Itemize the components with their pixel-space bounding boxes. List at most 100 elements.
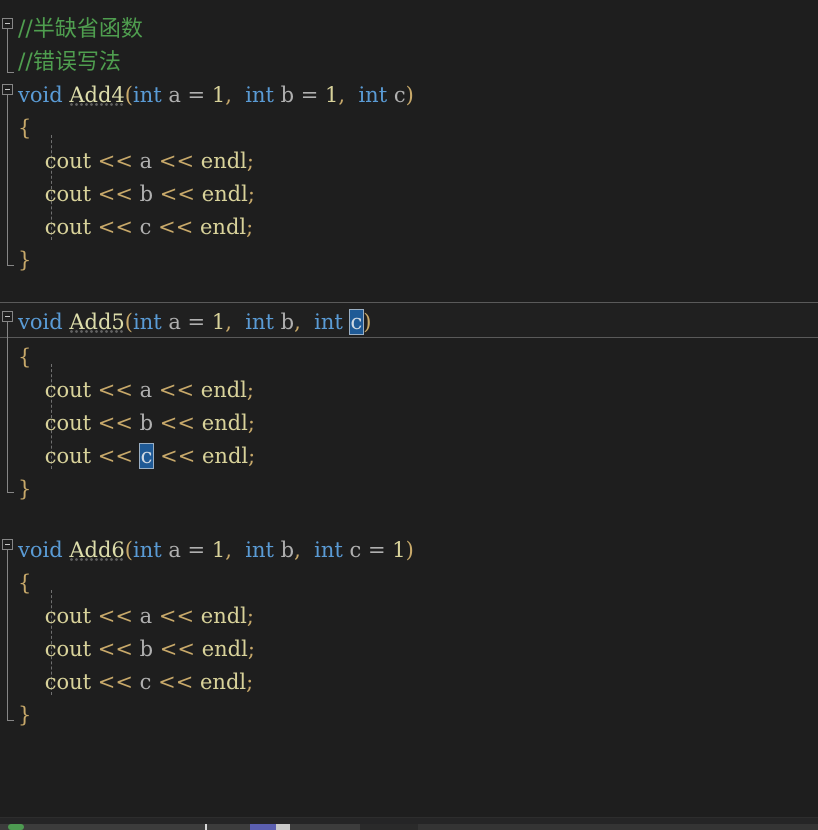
code-line[interactable]: } bbox=[0, 244, 818, 277]
code-line-text: cout << c << endl; bbox=[18, 666, 254, 699]
code-line[interactable]: cout << a << endl; bbox=[0, 145, 818, 178]
number-token: 1 bbox=[392, 538, 406, 562]
brace-token: } bbox=[18, 703, 32, 727]
keyword-token: int bbox=[314, 538, 343, 562]
shift-operator-token: << bbox=[159, 411, 195, 435]
shift-operator-token: << bbox=[158, 215, 194, 239]
stream-object-token: cout bbox=[44, 670, 92, 694]
brace-token: { bbox=[18, 571, 32, 595]
stream-object-token: cout bbox=[44, 411, 92, 435]
code-surface[interactable]: //半缺省函数 //错误写法 void Add4(int a = 1, int b … bbox=[0, 0, 818, 818]
code-line[interactable]: { bbox=[0, 112, 818, 145]
code-token: ; bbox=[246, 378, 254, 402]
identifier-token: a bbox=[161, 83, 188, 107]
code-token: , bbox=[225, 310, 232, 334]
code-token: , bbox=[225, 83, 232, 107]
code-line-text: { bbox=[18, 567, 31, 600]
code-token: ( bbox=[124, 83, 133, 107]
code-line[interactable]: cout << c << endl; bbox=[0, 666, 818, 699]
code-line[interactable]: { bbox=[0, 341, 818, 374]
code-token: = bbox=[187, 310, 206, 334]
code-line-text: cout << b << endl; bbox=[18, 633, 255, 666]
stream-object-token: endl bbox=[200, 604, 247, 628]
code-line[interactable]: cout << c << endl; bbox=[0, 440, 818, 473]
code-line[interactable]: cout << a << endl; bbox=[0, 600, 818, 633]
identifier-token: c bbox=[139, 215, 152, 239]
code-token: = bbox=[187, 538, 206, 562]
identifier-token: c bbox=[139, 670, 152, 694]
code-editor[interactable]: //半缺省函数 //错误写法 void Add4(int a = 1, int b … bbox=[0, 0, 818, 830]
code-token: , bbox=[294, 538, 301, 562]
highlighted-identifier-token: c bbox=[139, 444, 154, 468]
code-line-text: cout << c << endl; bbox=[18, 211, 254, 244]
number-token: 1 bbox=[211, 310, 226, 334]
code-line-text: } bbox=[18, 473, 31, 506]
shift-operator-token: << bbox=[97, 444, 133, 468]
stream-object-token: endl bbox=[200, 215, 247, 239]
code-line[interactable]: void Add6(int a = 1, int b, int c = 1) bbox=[0, 534, 818, 567]
stream-object-token: endl bbox=[201, 411, 248, 435]
identifier-token: b bbox=[273, 538, 295, 562]
identifier-token: b bbox=[273, 83, 301, 107]
code-token: ; bbox=[246, 215, 254, 239]
code-token: ; bbox=[248, 444, 256, 468]
code-line[interactable]: //半缺省函数 bbox=[0, 13, 818, 46]
code-line[interactable]: { bbox=[0, 567, 818, 600]
stream-object-token: cout bbox=[44, 378, 92, 402]
comment-token: //半缺省函数 bbox=[18, 17, 143, 42]
identifier-token: b bbox=[273, 310, 295, 334]
code-line[interactable]: cout << b << endl; bbox=[0, 633, 818, 666]
code-line-text: void Add4(int a = 1, int b = 1, int c) bbox=[18, 79, 414, 112]
code-line-text: //错误写法 bbox=[18, 46, 121, 79]
code-line[interactable]: } bbox=[0, 473, 818, 506]
code-token: ; bbox=[247, 411, 255, 435]
stream-object-token: endl bbox=[201, 182, 248, 206]
identifier-token: b bbox=[139, 411, 154, 435]
keyword-token: int bbox=[132, 538, 162, 562]
keyword-token: int bbox=[314, 310, 343, 334]
code-line[interactable]: void Add5(int a = 1, int b, int c) bbox=[0, 306, 818, 339]
stream-object-token: endl bbox=[202, 444, 249, 468]
code-line[interactable]: cout << a << endl; bbox=[0, 374, 818, 407]
keyword-token: void bbox=[18, 538, 63, 562]
code-line[interactable]: } bbox=[0, 699, 818, 732]
keyword-token: int bbox=[358, 83, 388, 107]
code-line[interactable]: cout << b << endl; bbox=[0, 178, 818, 211]
code-line[interactable]: cout << c << endl; bbox=[0, 211, 818, 244]
code-line-text: //半缺省函数 bbox=[18, 13, 143, 46]
panel-app-icon bbox=[250, 824, 276, 830]
code-token: , bbox=[294, 310, 301, 334]
code-line-text: } bbox=[18, 244, 31, 277]
code-line[interactable]: cout << b << endl; bbox=[0, 407, 818, 440]
bottom-panel-strip[interactable] bbox=[0, 817, 818, 830]
shift-operator-token: << bbox=[97, 604, 133, 628]
stream-object-token: cout bbox=[44, 182, 92, 206]
code-line-text: { bbox=[18, 341, 31, 374]
identifier-token: c bbox=[387, 83, 406, 107]
code-line[interactable]: //错误写法 bbox=[0, 46, 818, 79]
number-token: 1 bbox=[325, 83, 339, 107]
shift-operator-token: << bbox=[159, 182, 195, 206]
keyword-token: int bbox=[245, 83, 274, 107]
function-name-token: Add5 bbox=[69, 310, 125, 334]
code-token: ) bbox=[363, 310, 372, 334]
code-line[interactable]: void Add4(int a = 1, int b = 1, int c) bbox=[0, 79, 818, 112]
identifier-token: a bbox=[139, 604, 153, 628]
